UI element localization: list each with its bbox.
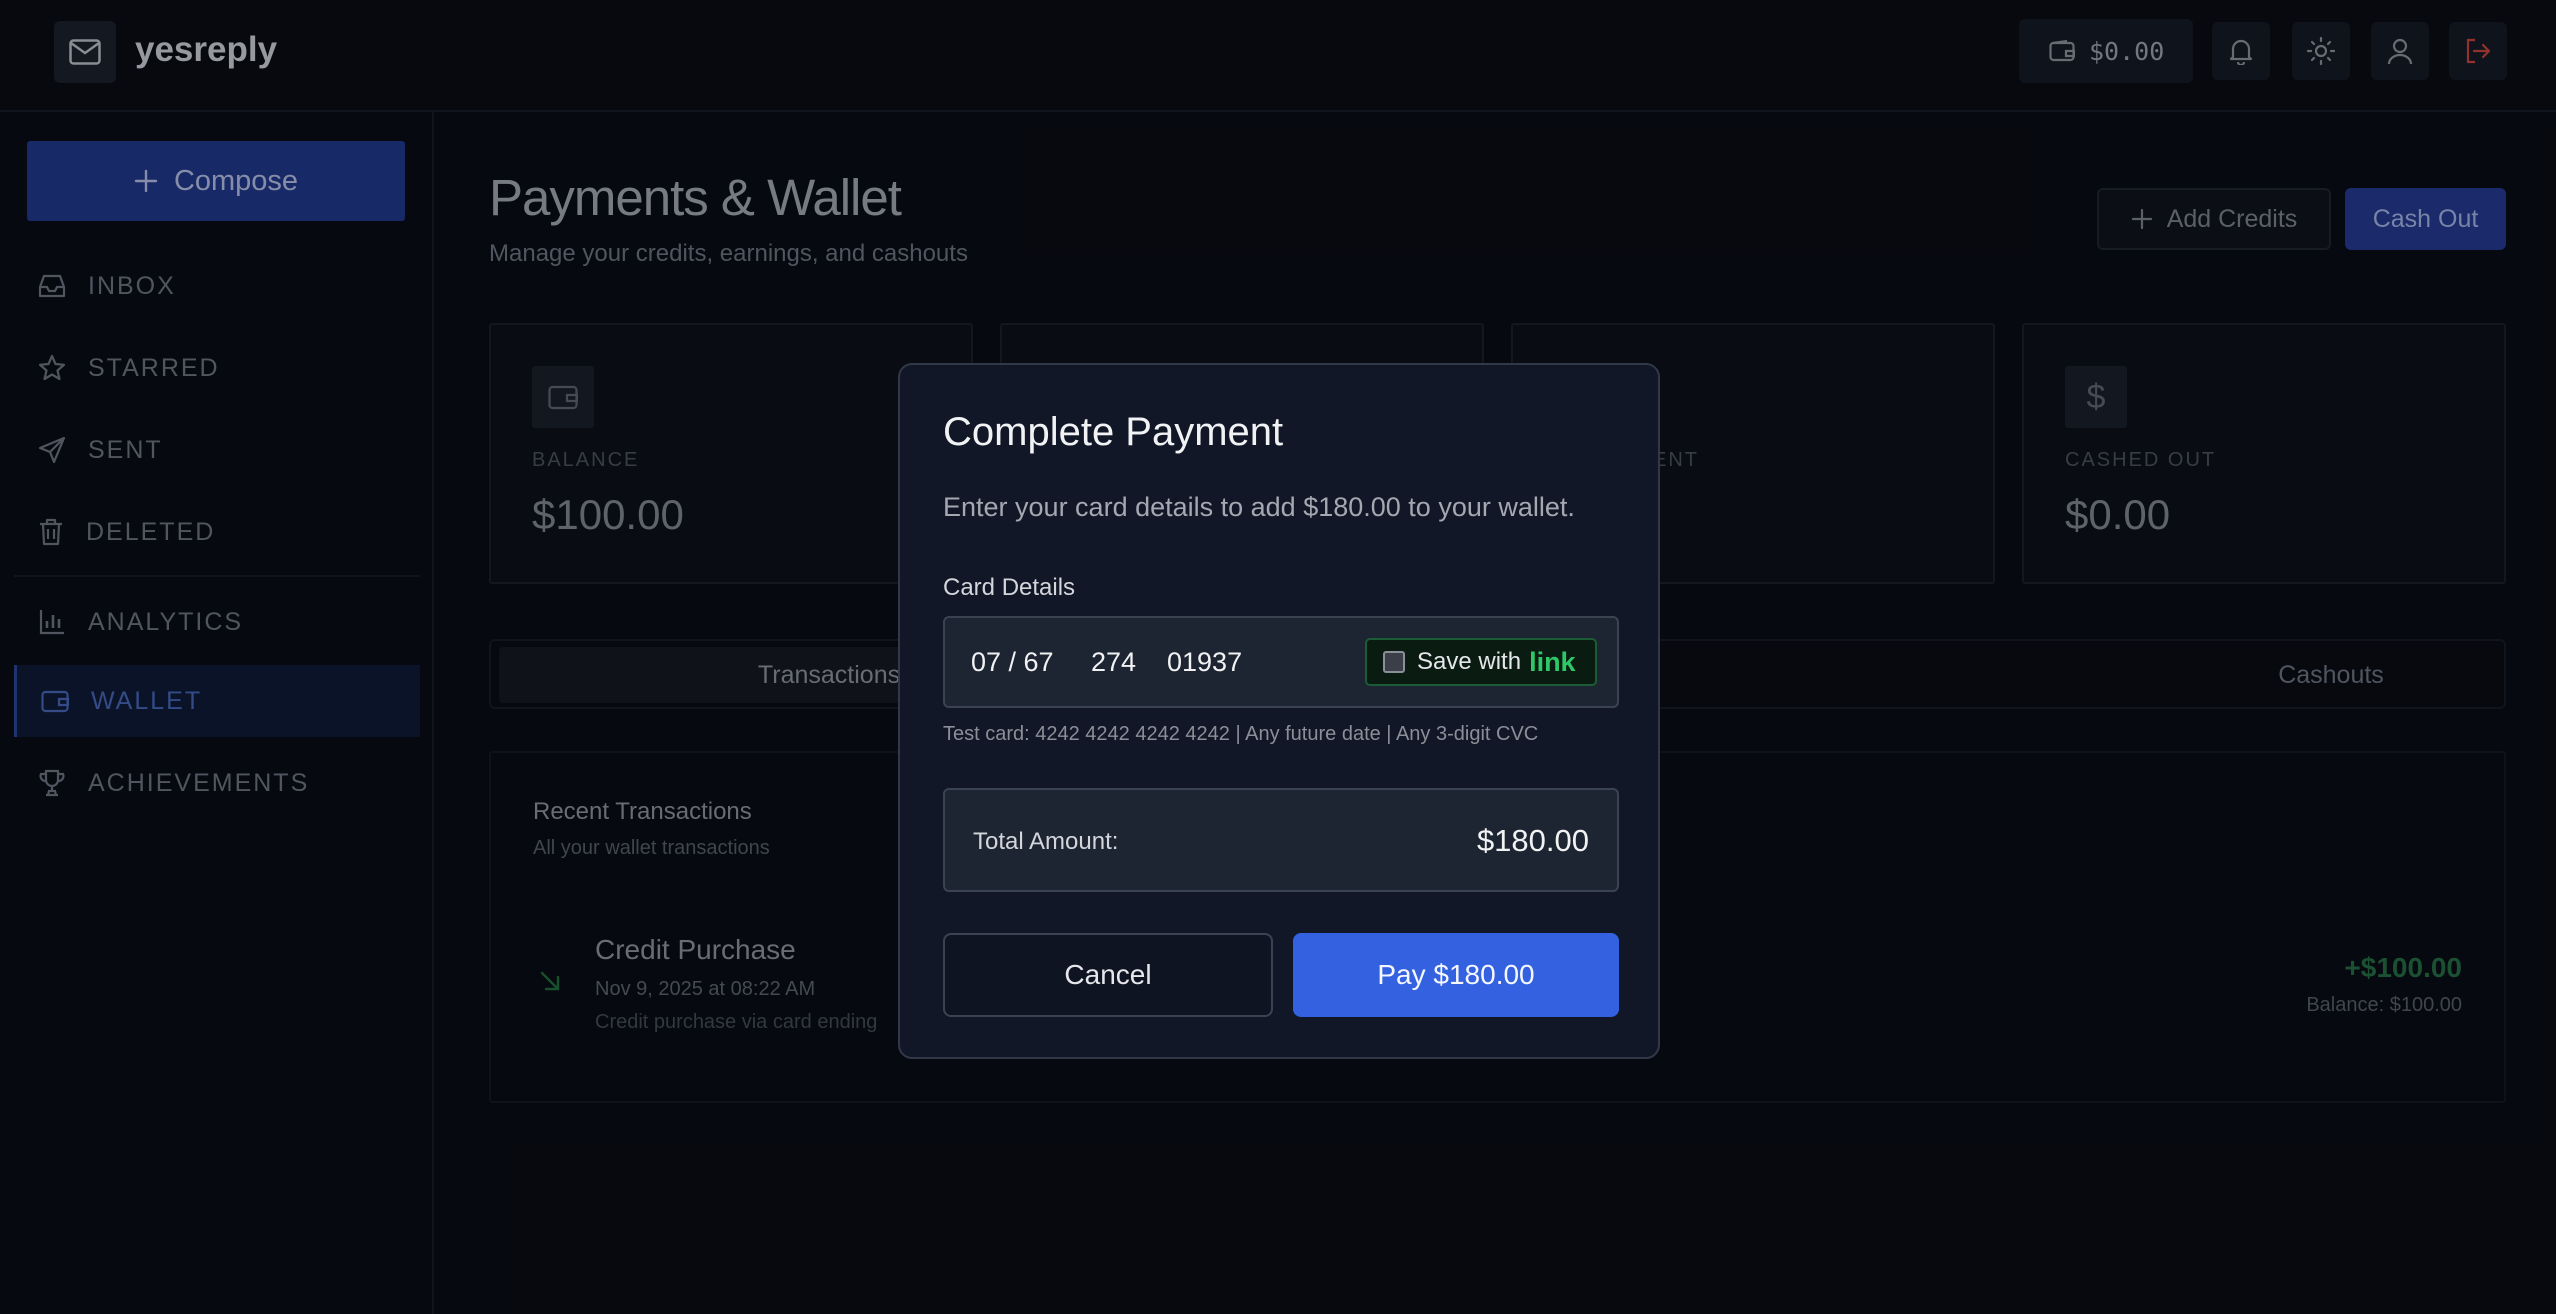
card-zip-input[interactable]: 01937 (1167, 647, 1242, 678)
link-logo: link (1529, 646, 1576, 677)
cancel-button[interactable]: Cancel (943, 933, 1273, 1017)
total-amount-box: Total Amount: $180.00 (943, 788, 1619, 892)
card-details-field[interactable]: 07 / 67 274 01937 Save with link (943, 616, 1619, 708)
total-amount-label: Total Amount: (973, 828, 1119, 855)
card-details-label: Card Details (943, 574, 1076, 601)
save-with-label: Save with (1417, 648, 1522, 675)
card-expiry-input[interactable]: 07 / 67 (971, 647, 1054, 678)
pay-button[interactable]: Pay $180.00 (1293, 933, 1619, 1017)
modal-subtitle: Enter your card details to add $180.00 t… (943, 492, 1575, 522)
save-with-link-toggle[interactable]: Save with link (1365, 638, 1597, 686)
save-with-link-checkbox[interactable] (1383, 651, 1405, 673)
modal-title: Complete Payment (943, 410, 1284, 454)
payment-modal: Complete Payment Enter your card details… (898, 363, 1660, 1059)
total-amount-value: $180.00 (1476, 823, 1589, 858)
test-card-hint: Test card: 4242 4242 4242 4242 | Any fut… (943, 723, 1539, 745)
card-cvc-input[interactable]: 274 (1091, 647, 1136, 678)
